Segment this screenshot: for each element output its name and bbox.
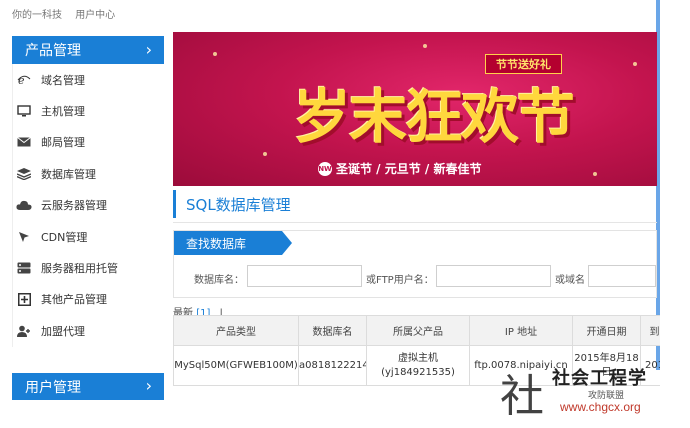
- sidebar-item-host[interactable]: 主机管理: [13, 95, 164, 126]
- monitor-icon: [15, 104, 33, 118]
- search-panel: 查找数据库 数据库名： 或FTP用户名： 或域名: [173, 230, 657, 298]
- banner-subline: NW 圣诞节 / 元旦节 / 新春佳节: [318, 160, 481, 177]
- divider: [173, 222, 657, 223]
- column-header: IP 地址: [469, 315, 573, 346]
- sidebar-item-database[interactable]: 数据库管理: [13, 158, 164, 189]
- sparkle: [633, 62, 637, 66]
- database-layers-icon: [15, 167, 33, 181]
- sidebar-header-users[interactable]: 用户管理 ›: [12, 373, 164, 400]
- watermark: 社 社会工程学 攻防联盟 www.chgcx.org: [500, 358, 690, 422]
- brand-logo-icon: NW: [318, 161, 332, 176]
- sidebar-menu: e 域名管理 主机管理 邮局管理 数据库管理 云服务器管理 CDN管理 服务器租…: [12, 64, 164, 347]
- sparkle: [593, 172, 597, 176]
- sidebar-header-label: 用户管理: [25, 379, 81, 396]
- ftp-user-input[interactable]: [436, 265, 551, 287]
- table-cell: MySql50M(GFWEB100M): [173, 345, 299, 386]
- sidebar-item-label: 加盟代理: [41, 324, 85, 338]
- sidebar-item-cdn[interactable]: CDN管理: [13, 221, 164, 252]
- banner-headline: 岁末狂欢节: [293, 83, 575, 151]
- table-cell[interactable]: 虚拟主机 (yj184921535): [366, 345, 470, 386]
- breadcrumb: 你的一科技 用户中心: [12, 6, 125, 21]
- sidebar-item-mail[interactable]: 邮局管理: [13, 127, 164, 158]
- sidebar-item-cloud-server[interactable]: 云服务器管理: [13, 190, 164, 221]
- sidebar-item-label: 主机管理: [41, 105, 85, 119]
- banner-subline-text: 圣诞节 / 元旦节 / 新春佳节: [336, 162, 482, 176]
- sidebar-item-label: CDN管理: [41, 230, 88, 244]
- watermark-title: 社会工程学: [552, 368, 647, 389]
- column-header: 开通日期: [572, 315, 641, 346]
- e-domain-icon: e: [15, 73, 33, 87]
- column-header: 数据库名: [298, 315, 367, 346]
- watermark-url: www.chgcx.org: [560, 400, 641, 414]
- sidebar-item-label: 域名管理: [41, 73, 85, 87]
- chevron-right-icon: ›: [145, 376, 152, 395]
- domain-label: 或域名: [555, 275, 585, 286]
- sidebar-item-label: 邮局管理: [41, 136, 85, 150]
- user-plus-icon: [15, 324, 33, 338]
- mail-icon: [15, 135, 33, 149]
- column-header: 产品类型: [173, 315, 299, 346]
- promo-banner[interactable]: 节节送好礼 岁末狂欢节 NW 圣诞节 / 元旦节 / 新春佳节: [173, 32, 657, 186]
- sidebar: 产品管理 › e 域名管理 主机管理 邮局管理 数据库管理 云服务器管理 CDN…: [12, 36, 164, 359]
- watermark-glyph: 社: [500, 371, 544, 422]
- db-name-input[interactable]: [247, 265, 362, 287]
- db-name-label: 数据库名：: [194, 275, 244, 286]
- sidebar-item-label: 云服务器管理: [41, 199, 107, 213]
- sidebar-header-products[interactable]: 产品管理 ›: [12, 36, 164, 64]
- page-title: SQL数据库管理: [173, 190, 291, 218]
- sparkle: [263, 152, 267, 156]
- tab-find-database[interactable]: 查找数据库: [174, 231, 292, 255]
- sparkle: [213, 52, 217, 56]
- sidebar-item-label: 其他产品管理: [41, 293, 107, 307]
- breadcrumb-item[interactable]: 你的一科技: [12, 10, 62, 21]
- cloud-icon: [15, 198, 33, 212]
- sidebar-item-server-rental[interactable]: 服务器租用托管: [13, 252, 164, 283]
- table-header-row: 产品类型 数据库名 所属父产品 IP 地址 开通日期 到: [173, 315, 669, 346]
- chevron-right-icon: ›: [145, 40, 152, 59]
- server-rack-icon: [15, 261, 33, 275]
- column-header: 所属父产品: [366, 315, 470, 346]
- cursor-arrow-icon: [15, 230, 33, 244]
- sidebar-item-domain[interactable]: e 域名管理: [13, 64, 164, 95]
- sidebar-item-other-products[interactable]: 其他产品管理: [13, 284, 164, 315]
- sidebar-item-label: 服务器租用托管: [41, 262, 118, 276]
- ftp-user-label: 或FTP用户名：: [366, 275, 434, 286]
- sidebar-item-label: 数据库管理: [41, 167, 96, 181]
- sparkle: [423, 44, 427, 48]
- breadcrumb-item[interactable]: 用户中心: [75, 10, 115, 21]
- table-cell: a0818122214: [298, 345, 367, 386]
- sidebar-header-label: 产品管理: [25, 43, 81, 59]
- domain-input[interactable]: [588, 265, 656, 287]
- sidebar-item-agent[interactable]: 加盟代理: [13, 315, 164, 346]
- plus-box-icon: [15, 292, 33, 306]
